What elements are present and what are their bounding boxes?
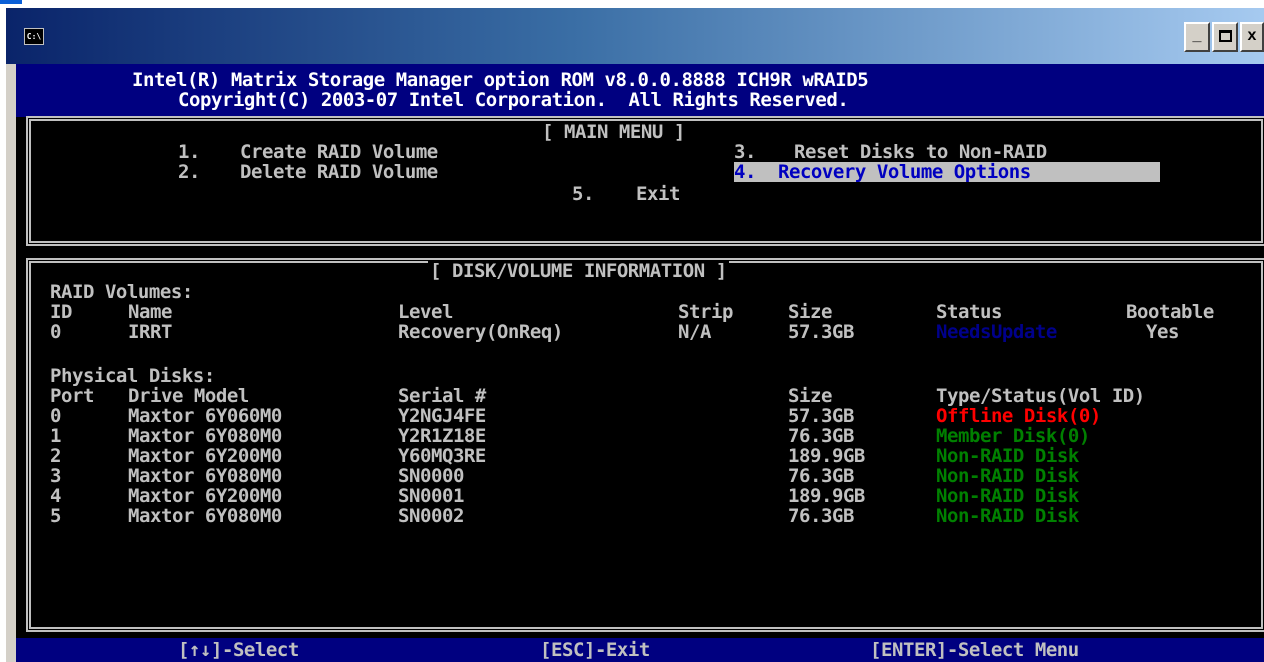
menu-item-num-2: 2.: [178, 161, 200, 183]
disk-status: Non-RAID Disk: [936, 465, 1079, 487]
info-title: [ DISK/VOLUME INFORMATION ]: [428, 260, 729, 282]
hint-select: [↑↓]-Select: [178, 639, 299, 661]
disk-serial: SN0002: [398, 505, 464, 527]
disk-size: 57.3GB: [788, 405, 854, 427]
disk-port: 1: [50, 425, 61, 447]
disk-port: 2: [50, 445, 61, 467]
menu-item-delete-raid-volume[interactable]: Delete RAID Volume: [240, 162, 438, 182]
raid-header-size: Size: [788, 301, 832, 323]
main-menu-title-text: MAIN MENU: [563, 121, 663, 143]
disk-serial: SN0000: [398, 465, 464, 487]
raid-header-strip: Strip: [678, 301, 733, 323]
raid-row-bootable: Yes: [1146, 321, 1179, 343]
disk-size: 189.9GB: [788, 485, 865, 507]
disk-header-size: Size: [788, 385, 832, 407]
raid-row-status: NeedsUpdate: [936, 321, 1057, 343]
disk-header-type-status: Type/Status(Vol ID): [936, 385, 1145, 407]
disk-serial: Y60MQ3RE: [398, 445, 486, 467]
disk-model: Maxtor 6Y200M0: [128, 445, 282, 467]
disk-port: 4: [50, 485, 61, 507]
console-screen: Intel(R) Matrix Storage Manager option R…: [16, 64, 1264, 662]
title-bar[interactable]: C:\ _ x: [6, 8, 1264, 64]
rom-copyright: Copyright(C) 2003-07 Intel Corporation. …: [178, 89, 849, 111]
physical-disks-heading: Physical Disks:: [50, 365, 215, 387]
disk-model: Maxtor 6Y200M0: [128, 485, 282, 507]
disk-header-port: Port: [50, 385, 94, 407]
disk-size: 76.3GB: [788, 465, 854, 487]
hint-enter: [ENTER]-Select Menu: [870, 639, 1079, 661]
disk-status: Non-RAID Disk: [936, 485, 1079, 507]
menu-item-num-1: 1.: [178, 141, 200, 163]
menu-item-reset-disks[interactable]: Reset Disks to Non-RAID: [794, 142, 1047, 162]
maximize-icon: [1218, 30, 1232, 42]
disk-serial: Y2R1Z18E: [398, 425, 486, 447]
raid-header-name: Name: [128, 301, 172, 323]
raid-header-bootable: Bootable: [1126, 301, 1214, 323]
desktop-accent: [0, 0, 22, 4]
disk-status: Non-RAID Disk: [936, 505, 1079, 527]
console-icon[interactable]: C:\: [24, 28, 44, 45]
disk-port: 3: [50, 465, 61, 487]
disk-serial: Y2NGJ4FE: [398, 405, 486, 427]
console-window: C:\ _ x Intel(R) Matrix Storage Manager …: [6, 8, 1264, 662]
menu-item-recovery-label: Recovery Volume Options: [777, 161, 1031, 183]
disk-model: Maxtor 6Y060M0: [128, 405, 282, 427]
disk-status: Offline Disk(0): [936, 405, 1101, 427]
disk-header-model: Drive Model: [128, 385, 249, 407]
disk-status: Non-RAID Disk: [936, 445, 1079, 467]
info-title-text: DISK/VOLUME INFORMATION: [451, 260, 705, 282]
main-menu-title: [ MAIN MENU ]: [540, 121, 687, 143]
close-button[interactable]: x: [1240, 22, 1264, 52]
raid-header-status: Status: [936, 301, 1002, 323]
hint-exit: [ESC]-Exit: [540, 639, 650, 661]
disk-port: 5: [50, 505, 61, 527]
disk-status: Member Disk(0): [936, 425, 1090, 447]
disk-header-serial: Serial #: [398, 385, 486, 407]
minimize-button[interactable]: _: [1184, 22, 1210, 52]
raid-row-strip: N/A: [678, 321, 711, 343]
raid-row-id: 0: [50, 321, 61, 343]
disk-model: Maxtor 6Y080M0: [128, 465, 282, 487]
disk-size: 189.9GB: [788, 445, 865, 467]
disk-model: Maxtor 6Y080M0: [128, 425, 282, 447]
menu-item-recovery-volume-options[interactable]: 4. Recovery Volume Options: [734, 162, 1160, 182]
menu-item-exit[interactable]: Exit: [636, 184, 680, 204]
raid-row-size: 57.3GB: [788, 321, 854, 343]
rom-title: Intel(R) Matrix Storage Manager option R…: [132, 69, 869, 91]
menu-item-num-3: 3.: [734, 141, 756, 163]
desktop-strip: [0, 0, 1264, 8]
menu-item-num-4: 4.: [734, 161, 756, 183]
raid-header-id: ID: [50, 301, 72, 323]
disk-size: 76.3GB: [788, 505, 854, 527]
disk-model: Maxtor 6Y080M0: [128, 505, 282, 527]
raid-header-level: Level: [398, 301, 453, 323]
disk-size: 76.3GB: [788, 425, 854, 447]
disk-serial: SN0001: [398, 485, 464, 507]
disk-port: 0: [50, 405, 61, 427]
raid-row-name: IRRT: [128, 321, 172, 343]
raid-volumes-heading: RAID Volumes:: [50, 281, 193, 303]
menu-item-num-5: 5.: [572, 183, 594, 205]
menu-item-create-raid-volume[interactable]: Create RAID Volume: [240, 142, 438, 162]
maximize-button[interactable]: [1212, 22, 1238, 52]
raid-row-level: Recovery(OnReq): [398, 321, 563, 343]
